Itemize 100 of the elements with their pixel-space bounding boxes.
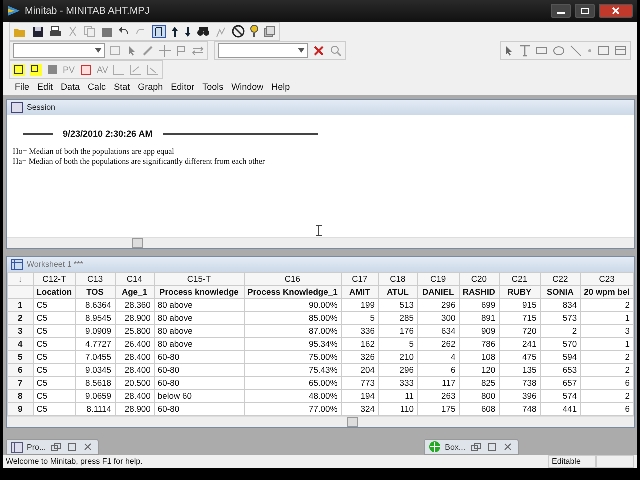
column-header[interactable]: C14 [115, 272, 154, 286]
table-cell: 204 [341, 364, 378, 376]
frame-icon[interactable] [615, 44, 627, 56]
frame-select-icon[interactable] [80, 64, 92, 76]
project-icon [11, 442, 23, 452]
table-cell: 574 [540, 390, 581, 402]
line-icon[interactable] [570, 44, 582, 56]
table-cell: 300 [417, 312, 460, 324]
window-title: Session [27, 103, 56, 112]
down-arrow-icon[interactable] [184, 26, 192, 38]
cut-icon[interactable] [67, 26, 79, 38]
table-cell: 108 [459, 350, 500, 364]
menu-item[interactable]: Help [272, 82, 290, 92]
table-cell: 834 [540, 298, 581, 312]
table-cell: 65.00% [244, 376, 342, 390]
rectangle-icon[interactable] [536, 44, 548, 56]
scrollbar[interactable] [7, 237, 634, 248]
column-header[interactable]: C13 [76, 272, 115, 286]
up-arrow-icon[interactable] [171, 26, 179, 38]
maximize-icon[interactable] [486, 442, 498, 452]
save-icon[interactable] [32, 26, 44, 38]
menu-item[interactable]: Data [61, 82, 80, 92]
column-header[interactable]: C12-T [33, 272, 76, 286]
chart-icon[interactable] [215, 26, 227, 38]
menu-item[interactable]: Tools [202, 82, 224, 92]
menu-item[interactable]: Editor [171, 82, 195, 92]
column-name[interactable]: RUBY [499, 286, 540, 298]
table-cell: 2 [580, 298, 634, 312]
frame-icon[interactable] [598, 44, 610, 56]
table-cell: 199 [341, 298, 378, 312]
delete-icon[interactable] [313, 44, 325, 56]
table-cell: 2 [580, 390, 634, 402]
column-name[interactable]: DANIEL [417, 286, 460, 298]
table-cell: 241 [499, 338, 540, 350]
column-name[interactable]: RASHID [459, 286, 500, 298]
menu-item[interactable]: Stat [114, 82, 130, 92]
menu-item[interactable]: File [15, 82, 30, 92]
dropdown-field[interactable] [218, 43, 308, 58]
column-name[interactable]: Process knowledge [154, 286, 244, 298]
maximize-icon[interactable] [66, 442, 78, 452]
windows-icon[interactable] [264, 26, 276, 38]
scrollbar[interactable] [7, 416, 634, 427]
restore-icon[interactable] [50, 442, 62, 452]
crosshair-icon[interactable] [159, 44, 171, 56]
close-button[interactable] [599, 4, 633, 18]
maximize-icon [580, 7, 590, 15]
square-icon[interactable] [47, 64, 58, 75]
worksheet-icon[interactable] [152, 25, 166, 38]
flag-icon[interactable] [176, 44, 187, 56]
minimized-title: Box... [445, 442, 466, 452]
column-header[interactable]: C20 [459, 272, 500, 286]
ellipse-icon[interactable] [553, 44, 565, 56]
table-cell: 90.00% [244, 298, 342, 312]
column-header[interactable]: C22 [540, 272, 581, 286]
column-header[interactable]: C16 [244, 272, 342, 286]
close-icon[interactable] [502, 442, 514, 452]
menu-item[interactable]: Window [232, 82, 264, 92]
row-number: 7 [8, 376, 34, 390]
table-cell: 20.500 [115, 376, 154, 390]
menu-item[interactable]: Calc [88, 82, 106, 92]
column-name[interactable]: TOS [76, 286, 115, 298]
print-icon[interactable] [49, 26, 62, 38]
column-header[interactable]: C15-T [154, 272, 244, 286]
column-name[interactable]: Age_1 [115, 286, 154, 298]
table-cell: 80 above [154, 298, 244, 312]
column-name[interactable]: Process Knowledge_1 [244, 286, 342, 298]
swap-icon[interactable] [192, 44, 204, 56]
table-cell: 25.800 [115, 324, 154, 338]
minimized-window[interactable]: Pro... [6, 439, 100, 455]
minimized-window[interactable]: Box... [424, 439, 519, 455]
pointer-icon[interactable] [127, 44, 137, 56]
cancel-icon[interactable] [232, 25, 245, 38]
menu-item[interactable]: Edit [38, 82, 54, 92]
pointer-icon[interactable] [504, 44, 514, 56]
dropdown-field[interactable] [13, 43, 105, 58]
minimize-button[interactable] [551, 4, 571, 18]
column-name[interactable]: ATUL [378, 286, 418, 298]
column-name[interactable]: Location [33, 286, 76, 298]
pen-icon[interactable] [142, 44, 154, 56]
column-name[interactable]: AMIT [341, 286, 378, 298]
column-header[interactable]: ↓ [8, 272, 34, 286]
column-header[interactable]: C23 [580, 272, 634, 286]
close-icon [611, 7, 621, 15]
copy-icon[interactable] [84, 26, 96, 38]
timestamp: 9/23/2010 2:30:26 AM [63, 129, 153, 139]
table-cell: 8.9545 [76, 312, 115, 324]
search-icon[interactable] [330, 44, 342, 56]
text-tool-icon[interactable] [519, 44, 531, 56]
binoculars-icon[interactable] [197, 26, 210, 37]
column-header[interactable]: C17 [341, 272, 378, 286]
menu-item[interactable]: Graph [138, 82, 164, 92]
row-number: 9 [8, 402, 34, 416]
maximize-button[interactable] [575, 4, 595, 18]
column-name[interactable]: SONIA [540, 286, 581, 298]
column-header[interactable]: C18 [378, 272, 418, 286]
column-name[interactable]: 20 wpm bel [580, 286, 634, 298]
restore-icon[interactable] [470, 442, 482, 452]
column-header[interactable]: C19 [417, 272, 460, 286]
close-icon[interactable] [82, 442, 94, 452]
column-header[interactable]: C21 [499, 272, 540, 286]
